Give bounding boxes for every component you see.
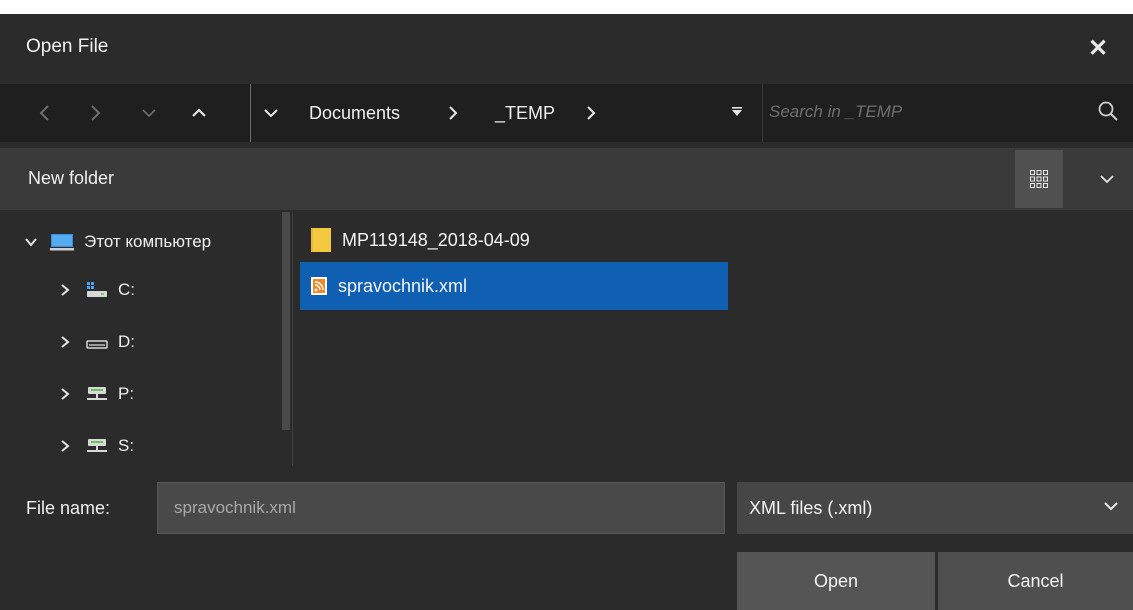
forward-button[interactable] <box>80 84 110 142</box>
chevron-left-icon <box>39 105 49 121</box>
chevron-down-icon[interactable] <box>20 235 42 249</box>
tree-item-drive-c[interactable]: C: <box>54 264 135 316</box>
up-button[interactable] <box>184 84 214 142</box>
tree-item-drive-p[interactable]: P: <box>54 368 134 420</box>
breadcrumb-separator[interactable] <box>445 84 461 142</box>
list-item-file-selected[interactable]: spravochnik.xml <box>300 262 728 310</box>
new-folder-button[interactable]: New folder <box>28 168 114 189</box>
chevron-right-icon[interactable] <box>54 335 76 349</box>
search-input[interactable]: Search in _TEMP <box>769 102 902 122</box>
file-type-select[interactable]: XML files (.xml) <box>737 482 1133 534</box>
tree-item-label: C: <box>118 280 135 299</box>
chevron-down-icon <box>1103 498 1119 519</box>
tree-item-label: P: <box>118 384 135 403</box>
triangle-down-icon <box>732 107 742 116</box>
computer-icon <box>50 232 74 252</box>
back-button[interactable] <box>30 84 60 142</box>
file-name-field[interactable] <box>157 482 725 534</box>
network-drive-icon <box>86 385 108 403</box>
breadcrumb-temp[interactable]: _TEMP <box>495 84 555 142</box>
tree-item-this-pc[interactable]: Этот компьютер <box>20 216 211 268</box>
file-name: MP119148_2018-04-09 <box>342 229 530 250</box>
chevron-right-icon[interactable] <box>54 439 76 453</box>
system-drive-icon <box>86 281 108 299</box>
drive-icon <box>86 333 108 351</box>
tree-item-label: S: <box>118 436 135 455</box>
tree-item-drive-d[interactable]: D: <box>54 316 135 368</box>
close-icon: ✕ <box>1087 34 1109 62</box>
address-bar[interactable]: Documents _TEMP <box>250 84 760 142</box>
view-mode-button[interactable] <box>1015 150 1063 208</box>
list-item-folder[interactable]: MP119148_2018-04-09 <box>300 216 728 264</box>
cancel-button[interactable]: Cancel <box>938 552 1133 610</box>
breadcrumb-root-chevron[interactable] <box>263 84 279 142</box>
chevron-right-icon <box>449 106 458 120</box>
view-options-dropdown[interactable] <box>1092 164 1122 194</box>
search-box[interactable]: Search in _TEMP <box>762 84 1133 142</box>
chevron-right-icon <box>91 105 101 121</box>
open-file-dialog: Open File ✕ Documents _TEMP Search in _T… <box>0 0 1133 610</box>
chevron-down-icon <box>142 109 156 118</box>
tree-scrollbar[interactable] <box>282 212 290 430</box>
breadcrumb-separator[interactable] <box>583 84 599 142</box>
breadcrumb-documents[interactable]: Documents <box>309 84 400 142</box>
open-button[interactable]: Open <box>737 552 935 610</box>
tree-item-label: D: <box>118 332 135 351</box>
chevron-right-icon[interactable] <box>54 283 76 297</box>
chevron-right-icon[interactable] <box>54 387 76 401</box>
navigation-tree: Этот компьютер C: D: P: S: <box>0 212 280 466</box>
folder-icon <box>310 227 332 253</box>
chevron-down-icon <box>1100 175 1114 184</box>
network-drive-icon <box>86 437 108 455</box>
file-type-value: XML files (.xml) <box>749 497 873 518</box>
toolbar: New folder <box>0 148 1133 210</box>
address-history-dropdown[interactable] <box>729 84 745 142</box>
tree-item-label: Этот компьютер <box>84 232 212 251</box>
close-button[interactable]: ✕ <box>1083 30 1113 66</box>
xml-file-icon <box>310 276 328 296</box>
chevron-right-icon <box>587 106 596 120</box>
window-top-edge <box>0 0 1133 14</box>
tree-item-drive-s[interactable]: S: <box>54 420 134 472</box>
search-icon[interactable] <box>1097 100 1119 122</box>
recent-locations-button[interactable] <box>134 84 164 142</box>
file-name: spravochnik.xml <box>338 275 468 296</box>
file-name-label: File name: <box>26 498 111 518</box>
grid-view-icon <box>1030 170 1048 188</box>
dialog-title: Open File <box>26 36 109 57</box>
title-bar: Open File ✕ <box>0 14 1133 82</box>
chevron-down-icon <box>264 109 278 118</box>
chevron-up-icon <box>192 108 206 117</box>
pane-divider[interactable] <box>292 212 293 466</box>
file-list: MP119148_2018-04-09 spravochnik.xml <box>300 212 1133 466</box>
